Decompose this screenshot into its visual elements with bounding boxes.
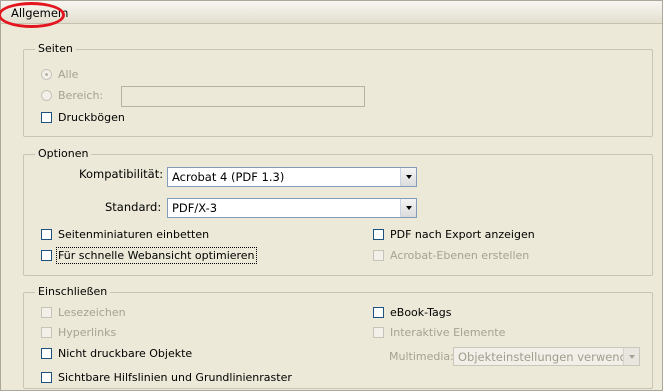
acrobat-ebenen-checkbox[interactable]: Acrobat-Ebenen erstellen bbox=[373, 249, 529, 262]
checkbox[interactable] bbox=[373, 229, 384, 240]
nicht-druckbar-checkbox[interactable]: Nicht druckbare Objekte bbox=[41, 347, 192, 360]
bereich-input[interactable] bbox=[121, 86, 365, 107]
seitenminiaturen-checkbox[interactable]: Seitenminiaturen einbetten bbox=[41, 228, 209, 241]
seiten-legend: Seiten bbox=[35, 42, 76, 55]
multimedia-label: Multimedia: bbox=[389, 350, 454, 363]
ebook-tags-label: eBook-Tags bbox=[390, 306, 452, 319]
radio-bereich[interactable]: Bereich: bbox=[41, 89, 103, 102]
lesezeichen-label: Lesezeichen bbox=[58, 306, 126, 319]
hilfslinien-label: Sichtbare Hilfslinien und Grundlinienras… bbox=[58, 371, 292, 384]
chevron-down-icon[interactable] bbox=[400, 199, 416, 217]
hyperlinks-label: Hyperlinks bbox=[58, 326, 117, 339]
kompatibilitaet-label: Kompatibilität: bbox=[79, 167, 164, 181]
checkbox[interactable] bbox=[41, 112, 52, 123]
chevron-down-icon[interactable] bbox=[400, 168, 416, 186]
checkbox[interactable] bbox=[373, 250, 384, 261]
druckboegen-checkbox[interactable]: Druckbögen bbox=[41, 111, 125, 124]
seitenminiaturen-label: Seitenminiaturen einbetten bbox=[58, 228, 210, 241]
nicht-druckbar-label: Nicht druckbare Objekte bbox=[58, 347, 193, 360]
optionen-legend: Optionen bbox=[35, 147, 92, 160]
standard-select[interactable]: PDF/X-3 bbox=[167, 198, 417, 218]
checkbox[interactable] bbox=[41, 348, 52, 359]
kompatibilitaet-value: Acrobat 4 (PDF 1.3) bbox=[172, 170, 285, 184]
webansicht-checkbox[interactable]: Für schnelle Webansicht optimieren bbox=[41, 247, 257, 264]
radio-alle-label: Alle bbox=[58, 68, 79, 81]
highlight-annotation bbox=[0, 2, 65, 28]
checkbox[interactable] bbox=[373, 307, 384, 318]
ebook-tags-checkbox[interactable]: eBook-Tags bbox=[373, 306, 451, 319]
multimedia-value: Objekteinstellungen verwenden bbox=[458, 349, 623, 364]
hilfslinien-checkbox[interactable]: Sichtbare Hilfslinien und Grundlinienras… bbox=[41, 371, 292, 384]
checkbox[interactable] bbox=[41, 250, 52, 261]
acrobat-ebenen-label: Acrobat-Ebenen erstellen bbox=[390, 249, 530, 262]
multimedia-select[interactable]: Objekteinstellungen verwenden bbox=[453, 347, 640, 366]
kompatibilitaet-select[interactable]: Acrobat 4 (PDF 1.3) bbox=[167, 167, 417, 187]
checkbox[interactable] bbox=[41, 307, 52, 318]
checkbox[interactable] bbox=[41, 372, 52, 383]
radio-button[interactable] bbox=[41, 90, 52, 101]
checkbox[interactable] bbox=[41, 327, 52, 338]
chevron-down-icon[interactable] bbox=[623, 348, 639, 365]
hyperlinks-checkbox[interactable]: Hyperlinks bbox=[41, 326, 116, 339]
radio-alle[interactable]: Alle bbox=[41, 68, 78, 81]
section-header: Allgemein bbox=[1, 1, 662, 24]
radio-button[interactable] bbox=[41, 69, 52, 80]
druckboegen-label: Druckbögen bbox=[58, 111, 125, 124]
standard-value: PDF/X-3 bbox=[172, 201, 218, 215]
einschliessen-legend: Einschließen bbox=[35, 285, 111, 298]
pdf-export-checkbox[interactable]: PDF nach Export anzeigen bbox=[373, 228, 535, 241]
checkbox[interactable] bbox=[41, 229, 52, 240]
webansicht-label: Für schnelle Webansicht optimieren bbox=[56, 247, 257, 264]
lesezeichen-checkbox[interactable]: Lesezeichen bbox=[41, 306, 126, 319]
pdf-export-label: PDF nach Export anzeigen bbox=[390, 228, 535, 241]
standard-label: Standard: bbox=[105, 200, 162, 214]
radio-bereich-label: Bereich: bbox=[58, 89, 104, 102]
interaktive-checkbox[interactable]: Interaktive Elemente bbox=[373, 326, 505, 339]
interaktive-label: Interaktive Elemente bbox=[390, 326, 506, 339]
checkbox[interactable] bbox=[373, 327, 384, 338]
